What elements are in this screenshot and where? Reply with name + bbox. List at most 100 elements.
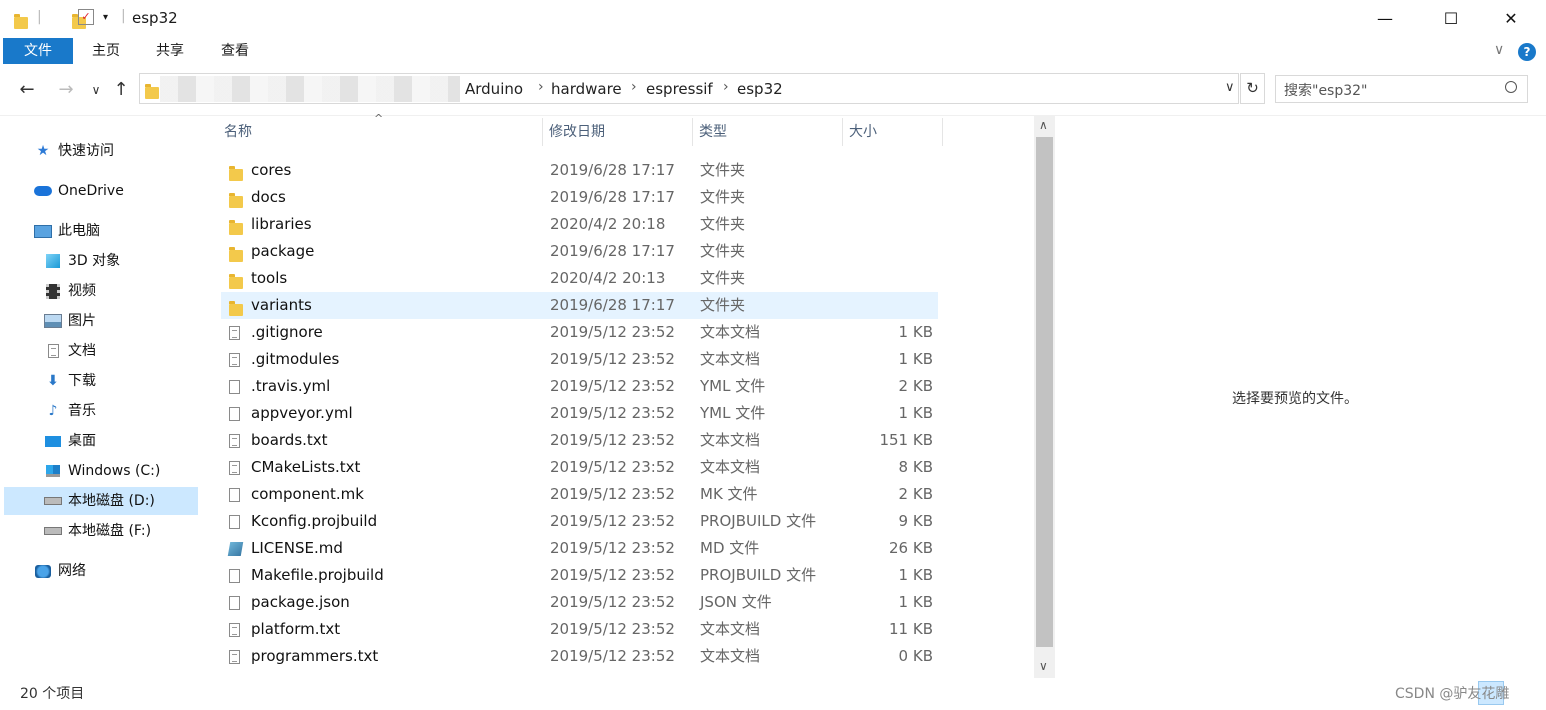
preview-message: 选择要预览的文件。 [1232,391,1358,407]
help-icon[interactable]: ? [1518,43,1536,61]
file-date: 2019/6/28 17:17 [550,161,675,179]
divider: | [121,8,126,24]
properties-icon[interactable]: ✓ [78,9,94,25]
file-icon [229,568,240,587]
file-date: 2019/5/12 23:52 [550,566,675,584]
file-row[interactable]: Makefile.projbuild 2019/5/12 23:52 PROJBUI… [221,562,938,589]
address-bar[interactable]: Arduino › hardware › espressif › esp32 ∨ [139,73,1239,104]
file-name: component.mk [251,485,364,503]
file-size: 26 KB [889,539,933,557]
file-type: MD 文件 [700,539,760,557]
tab-share[interactable]: 共享 [142,38,198,64]
file-row[interactable]: .gitignore 2019/5/12 23:52 文本文档 1 KB [221,319,938,346]
file-name: boards.txt [251,431,328,449]
watermark: CSDN @驴友花雕 [1395,686,1510,702]
file-row[interactable]: Kconfig.projbuild 2019/5/12 23:52 PROJBUIL… [221,508,938,535]
breadcrumb-arduino[interactable]: Arduino [465,80,523,98]
chevron-right-icon[interactable]: › [723,79,729,95]
folder-icon [145,84,159,99]
file-name: tools [251,269,288,287]
file-row[interactable]: tools 2020/4/2 20:13 文件夹 [221,265,938,292]
file-type: YML 文件 [700,404,766,422]
customize-quick-access-icon[interactable]: ▾ [103,12,108,23]
file-row[interactable]: LICENSE.md 2019/5/12 23:52 MD 文件 26 KB [221,535,938,562]
address-dropdown-icon[interactable]: ∨ [1225,80,1235,95]
file-type: 文本文档 [700,431,761,449]
back-button[interactable]: ← [15,78,39,102]
status-item-count: 20 个项目 [20,686,85,702]
file-row[interactable]: component.mk 2019/5/12 23:52 MK 文件 2 KB [221,481,938,508]
file-row[interactable]: platform.txt 2019/5/12 23:52 文本文档 11 KB [221,616,938,643]
scrollbar-thumb[interactable] [1036,137,1053,647]
file-date: 2019/5/12 23:52 [550,323,675,341]
breadcrumb-hardware[interactable]: hardware [551,80,622,98]
file-name: package.json [251,593,350,611]
file-size: 1 KB [898,566,933,584]
tab-file[interactable]: 文件 [3,38,73,64]
file-row[interactable]: cores 2019/6/28 17:17 文件夹 [221,157,938,184]
file-date: 2020/4/2 20:18 [550,215,666,233]
file-name: variants [251,296,312,314]
file-date: 2020/4/2 20:13 [550,269,666,287]
maximize-button[interactable]: ☐ [1428,0,1474,36]
file-row[interactable]: programmers.txt 2019/5/12 23:52 文本文档 0 KB [221,643,938,670]
file-row[interactable]: package.json 2019/5/12 23:52 JSON 文件 1 KB [221,589,938,616]
file-icon [229,487,240,506]
minimize-button[interactable]: — [1362,0,1408,36]
recent-locations-button[interactable]: ∨ [84,78,108,102]
file-name: Makefile.projbuild [251,566,384,584]
search-icon[interactable] [1505,81,1517,93]
file-name: cores [251,161,292,179]
scroll-up-icon[interactable]: ∧ [1039,118,1048,132]
file-size: 11 KB [889,620,933,638]
scroll-down-icon[interactable]: ∨ [1039,659,1048,673]
file-type: 文件夹 [700,161,746,179]
tab-home[interactable]: 主页 [78,38,134,64]
text-file-icon [229,649,240,668]
up-button[interactable]: ↑ [109,78,133,102]
file-row[interactable]: libraries 2020/4/2 20:18 文件夹 [221,211,938,238]
file-type: 文本文档 [700,350,761,368]
file-name: platform.txt [251,620,341,638]
file-size: 0 KB [898,647,933,665]
file-name: libraries [251,215,312,233]
close-button[interactable]: ✕ [1488,0,1534,36]
redacted-path [160,76,460,102]
file-row[interactable]: package 2019/6/28 17:17 文件夹 [221,238,938,265]
file-row[interactable]: appveyor.yml 2019/5/12 23:52 YML 文件 1 KB [221,400,938,427]
search-placeholder: 搜索"esp32" [1284,83,1368,99]
file-date: 2019/6/28 17:17 [550,188,675,206]
file-row[interactable]: boards.txt 2019/5/12 23:52 文本文档 151 KB [221,427,938,454]
file-date: 2019/6/28 17:17 [550,296,675,314]
folder-icon [229,220,243,239]
markdown-file-icon [227,541,244,560]
file-icon [229,406,240,425]
file-type: MK 文件 [700,485,758,503]
file-size: 151 KB [879,431,933,449]
file-row[interactable]: .travis.yml 2019/5/12 23:52 YML 文件 2 KB [221,373,938,400]
search-input[interactable]: 搜索"esp32" [1275,75,1528,103]
file-type: 文件夹 [700,215,746,233]
file-size: 8 KB [898,458,933,476]
tab-view[interactable]: 查看 [207,38,263,64]
breadcrumb-esp32[interactable]: esp32 [737,80,783,98]
chevron-right-icon[interactable]: › [631,79,637,95]
forward-button[interactable]: → [54,78,78,102]
chevron-right-icon[interactable]: › [538,79,544,95]
file-row[interactable]: docs 2019/6/28 17:17 文件夹 [221,184,938,211]
file-date: 2019/5/12 23:52 [550,593,675,611]
file-type: 文件夹 [700,242,746,260]
file-date: 2019/5/12 23:52 [550,350,675,368]
file-row[interactable]: CMakeLists.txt 2019/5/12 23:52 文本文档 8 KB [221,454,938,481]
ribbon-collapse-icon[interactable]: ∨ [1494,42,1504,58]
file-type: YML 文件 [700,377,766,395]
breadcrumb-espressif[interactable]: espressif [646,80,713,98]
file-date: 2019/6/28 17:17 [550,242,675,260]
file-row[interactable]: variants 2019/6/28 17:17 文件夹 [221,292,938,319]
file-name: .gitmodules [251,350,340,368]
file-row[interactable]: .gitmodules 2019/5/12 23:52 文本文档 1 KB [221,346,938,373]
file-date: 2019/5/12 23:52 [550,377,675,395]
refresh-button[interactable]: ↻ [1240,73,1265,104]
file-name: LICENSE.md [251,539,343,557]
folder-icon [229,274,243,293]
